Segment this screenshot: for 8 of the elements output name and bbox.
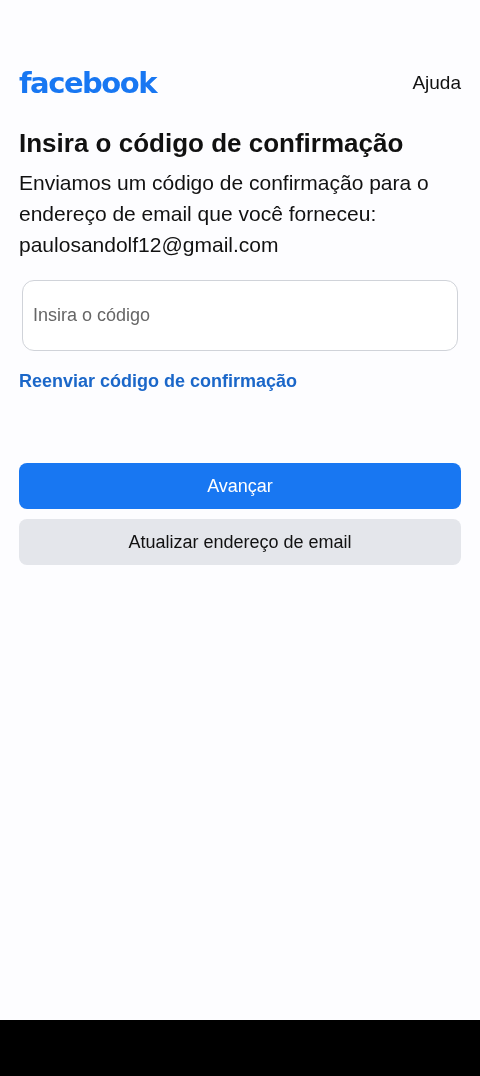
code-input-field[interactable]: Insira o código [22,280,458,351]
continue-button[interactable]: Avançar [19,463,461,509]
facebook-logo: facebook [19,66,156,100]
page-title: Insira o código de confirmação [19,128,405,159]
description-text: Enviamos um código de confirmação para o endereço de email que você forneceu: paulosandolf12@gmail.com [19,170,430,258]
update-email-button[interactable]: Atualizar endereço de email [19,519,461,565]
resend-code-link[interactable]: Reenviar código de confirmação [19,371,298,392]
help-link[interactable]: Ajuda [412,72,461,94]
